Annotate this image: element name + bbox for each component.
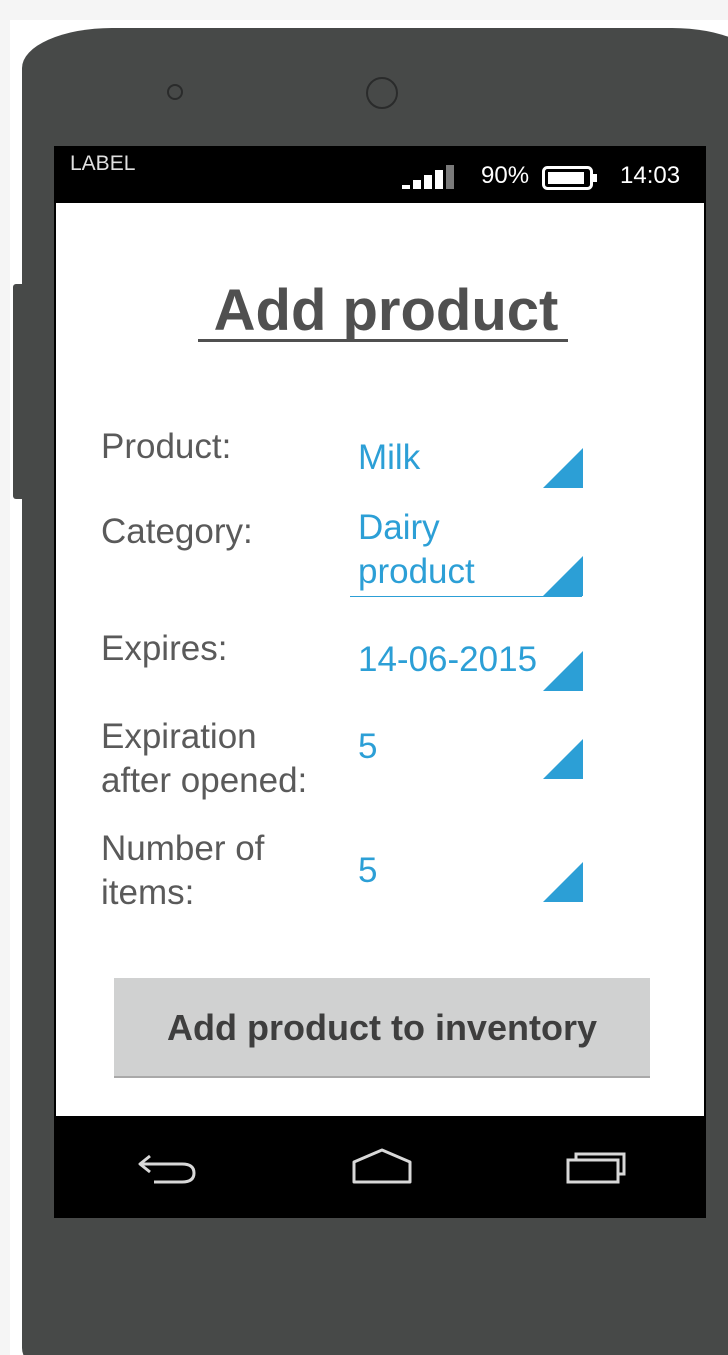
battery-icon xyxy=(542,166,597,190)
number-of-items-value[interactable]: 5 xyxy=(358,849,377,893)
front-camera xyxy=(366,77,398,109)
dropdown-triangle-icon[interactable] xyxy=(543,739,583,779)
proximity-sensor xyxy=(167,84,183,100)
page-title: Add product xyxy=(213,278,559,343)
product-value[interactable]: Milk xyxy=(358,436,420,480)
expiration-after-opened-value[interactable]: 5 xyxy=(358,725,377,769)
status-time: 14:03 xyxy=(620,162,681,189)
dropdown-triangle-icon[interactable] xyxy=(543,556,583,596)
category-value[interactable]: Dairy product xyxy=(358,506,475,594)
expires-label: Expires: xyxy=(101,629,228,668)
status-label: LABEL xyxy=(70,152,136,175)
dropdown-triangle-icon[interactable] xyxy=(543,862,583,902)
home-icon[interactable] xyxy=(350,1146,414,1186)
app-content: Add product Product: Milk Category: Dair… xyxy=(56,203,704,1116)
title-underline xyxy=(198,339,568,342)
category-label: Category: xyxy=(101,512,253,551)
dropdown-triangle-icon[interactable] xyxy=(543,651,583,691)
battery-percent: 90% xyxy=(481,162,530,189)
phone-screen: LABEL 90% 14:03 Add product Product: Mil xyxy=(54,146,706,1218)
product-label: Product: xyxy=(101,427,232,466)
expiration-after-opened-label: Expiration after opened: xyxy=(101,717,308,800)
category-underline xyxy=(350,596,582,597)
add-product-button[interactable]: Add product to inventory xyxy=(114,978,650,1078)
signal-strength-icon xyxy=(402,165,454,189)
number-of-items-label: Number of items: xyxy=(101,829,265,912)
navigation-bar xyxy=(54,1116,706,1218)
back-arrow-icon[interactable] xyxy=(136,1146,200,1186)
status-bar: LABEL 90% 14:03 xyxy=(54,146,706,203)
recent-apps-icon[interactable] xyxy=(564,1146,628,1186)
dropdown-triangle-icon[interactable] xyxy=(543,448,583,488)
mockup-stage: LABEL 90% 14:03 Add product Product: Mil xyxy=(0,0,728,1355)
expires-value[interactable]: 14-06-2015 xyxy=(358,638,537,682)
